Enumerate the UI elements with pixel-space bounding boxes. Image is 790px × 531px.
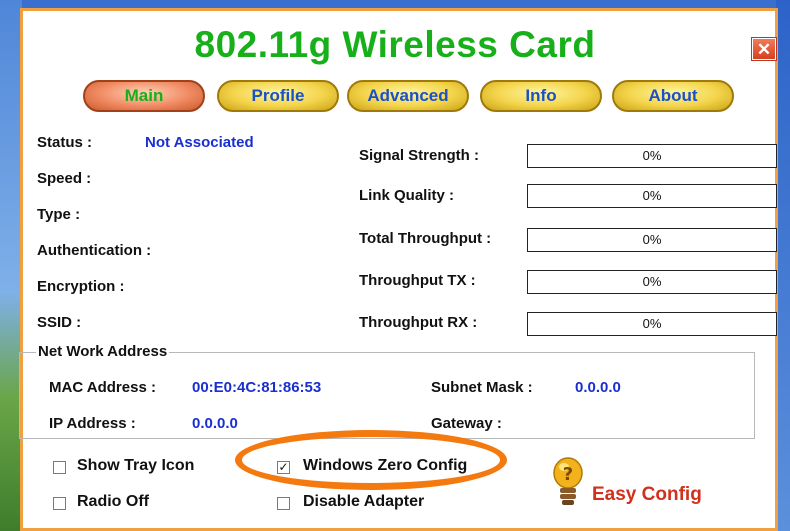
throughput-tx-label: Throughput TX :: [359, 272, 476, 289]
throughput-tx-percent: 0%: [642, 274, 662, 289]
show-tray-icon-checkbox[interactable]: [53, 461, 66, 474]
disable-adapter-checkbox[interactable]: [277, 497, 290, 510]
total-throughput-label: Total Throughput :: [359, 230, 492, 247]
speed-label: Speed :: [37, 170, 92, 187]
subnet-mask-label: Subnet Mask :: [431, 379, 533, 396]
signal-strength-percent: 0%: [642, 148, 662, 163]
total-throughput-percent: 0%: [642, 232, 662, 247]
radio-off-checkbox[interactable]: [53, 497, 66, 510]
subnet-mask-value: 0.0.0.0: [575, 379, 621, 396]
tab-profile[interactable]: Profile: [217, 80, 339, 112]
signal-strength-label: Signal Strength :: [359, 147, 479, 164]
link-quality-percent: 0%: [642, 188, 662, 203]
desktop-background-right: [776, 0, 790, 531]
status-value: Not Associated: [145, 134, 254, 151]
network-address-group-title: Net Work Address: [36, 343, 170, 360]
highlight-oval-annotation: [235, 430, 507, 490]
show-tray-icon-label[interactable]: Show Tray Icon: [77, 457, 194, 475]
tab-main[interactable]: Main: [83, 80, 205, 112]
signal-strength-bar: 0%: [527, 144, 777, 168]
throughput-rx-percent: 0%: [642, 316, 662, 331]
easy-config-button[interactable]: Easy Config: [592, 484, 702, 506]
throughput-rx-label: Throughput RX :: [359, 314, 478, 331]
tab-info[interactable]: Info: [480, 80, 602, 112]
gateway-label: Gateway :: [431, 415, 502, 432]
svg-text:?: ?: [563, 464, 573, 485]
link-quality-label: Link Quality :: [359, 187, 455, 204]
disable-adapter-label[interactable]: Disable Adapter: [303, 493, 424, 511]
window-title: 802.11g Wireless Card: [194, 24, 596, 65]
status-label: Status :: [37, 134, 93, 151]
close-button[interactable]: ✕: [751, 37, 777, 61]
lightbulb-question-icon[interactable]: ?: [552, 456, 584, 508]
total-throughput-bar: 0%: [527, 228, 777, 252]
ip-address-label: IP Address :: [49, 415, 136, 432]
encryption-label: Encryption :: [37, 278, 125, 295]
ssid-label: SSID :: [37, 314, 82, 331]
authentication-label: Authentication :: [37, 242, 152, 259]
tab-advanced[interactable]: Advanced: [347, 80, 469, 112]
throughput-rx-bar: 0%: [527, 312, 777, 336]
throughput-tx-bar: 0%: [527, 270, 777, 294]
tab-about[interactable]: About: [612, 80, 734, 112]
desktop-background-left: [0, 0, 22, 531]
link-quality-bar: 0%: [527, 184, 777, 208]
radio-off-label[interactable]: Radio Off: [77, 493, 149, 511]
mac-address-value: 00:E0:4C:81:86:53: [192, 379, 322, 396]
ip-address-value: 0.0.0.0: [192, 415, 238, 432]
mac-address-label: MAC Address :: [49, 379, 156, 396]
type-label: Type :: [37, 206, 81, 223]
